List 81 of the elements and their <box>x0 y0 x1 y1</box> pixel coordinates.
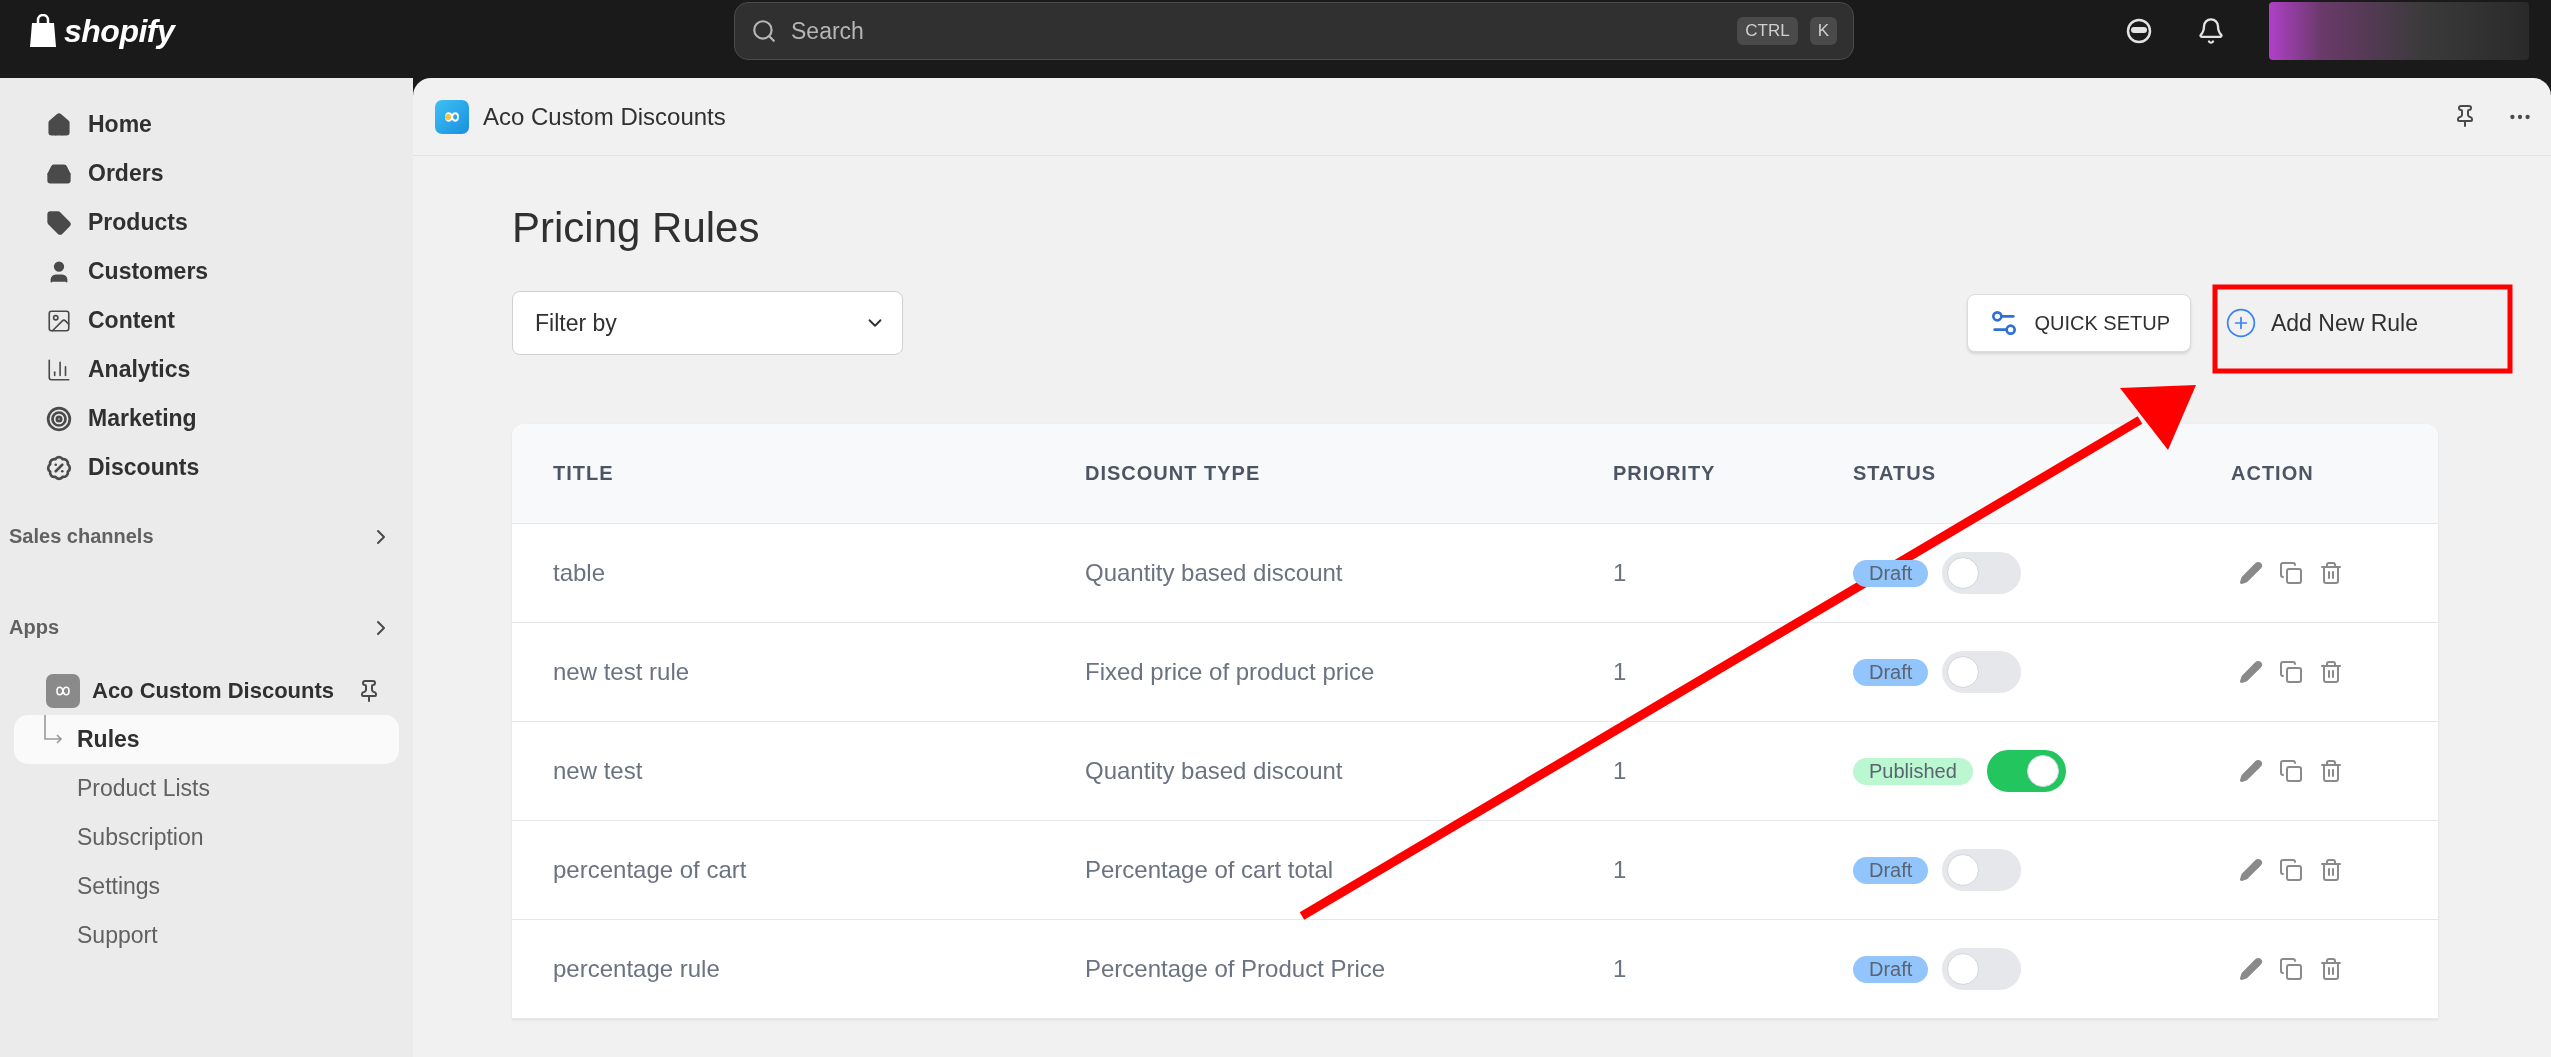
edit-pencil-icon[interactable] <box>2239 858 2263 882</box>
status-toggle[interactable] <box>1986 750 2066 792</box>
duplicate-icon[interactable] <box>2279 858 2303 882</box>
app-icon <box>46 673 80 708</box>
home-icon <box>46 111 72 138</box>
section-label: Apps <box>9 616 59 639</box>
target-icon <box>46 405 72 432</box>
sidebar-item[interactable]: Analytics <box>14 345 399 394</box>
edit-pencil-icon[interactable] <box>2239 660 2263 684</box>
app-title: Aco Custom Discounts <box>483 102 726 131</box>
shortcut-key: CTRL <box>1737 17 1798 45</box>
sidebar-item[interactable]: Marketing <box>14 394 399 443</box>
add-rule-button[interactable]: Add New Rule <box>2204 292 2438 354</box>
quick-setup-button[interactable]: QUICK SETUP <box>1967 294 2191 352</box>
discount-icon <box>46 454 72 481</box>
app-icon <box>435 99 469 134</box>
table-cell-text: 1 <box>1613 757 1628 785</box>
shopping-bag-logo-icon <box>28 14 58 48</box>
table-cell-text: Quantity based discount <box>1085 757 1344 785</box>
trash-icon[interactable] <box>2319 660 2343 684</box>
sidebar-item[interactable]: Discounts <box>14 443 399 492</box>
column-header: TITLE <box>553 462 615 485</box>
sidebar-app-item[interactable]: Aco Custom Discounts <box>14 666 399 715</box>
trash-icon[interactable] <box>2319 561 2343 585</box>
duplicate-icon[interactable] <box>2279 759 2303 783</box>
status-badge: Published <box>1853 757 1973 785</box>
sidebar-subitem[interactable]: Product Lists <box>14 764 399 813</box>
sidebar-item[interactable]: Products <box>14 198 399 247</box>
table-cell-text: 1 <box>1613 955 1628 983</box>
trash-icon[interactable] <box>2319 759 2343 783</box>
sidebar-item[interactable]: Customers <box>14 247 399 296</box>
filter-dropdown[interactable]: Filter by <box>512 291 903 355</box>
column-header: ACTION <box>2231 462 2315 485</box>
sidebar-subitem[interactable]: Settings <box>14 862 399 911</box>
sidebar-subitem[interactable]: Subscription <box>14 813 399 862</box>
table-cell-text: 1 <box>1613 658 1628 686</box>
sidebar-subitem[interactable]: Rules <box>14 715 399 764</box>
page-title: Pricing Rules <box>512 204 761 252</box>
shortcut-key: K <box>1809 17 1837 45</box>
status-badge: Draft <box>1853 658 1929 686</box>
plus-circle-icon <box>2224 307 2257 339</box>
trash-icon[interactable] <box>2319 957 2343 981</box>
image-icon <box>46 307 72 334</box>
column-header: DISCOUNT TYPE <box>1085 462 1262 485</box>
table-cell-text: new test <box>553 757 644 785</box>
search-icon <box>751 18 777 44</box>
store-avatar[interactable] <box>2269 2 2529 60</box>
table-cell-text: Percentage of Product Price <box>1085 955 1387 983</box>
edit-pencil-icon[interactable] <box>2239 759 2263 783</box>
table-cell-text: table <box>553 559 607 587</box>
table-cell-text: 1 <box>1613 856 1628 884</box>
duplicate-icon[interactable] <box>2279 660 2303 684</box>
status-badge: Draft <box>1853 856 1929 884</box>
edit-pencil-icon[interactable] <box>2239 561 2263 585</box>
table-cell-text: Percentage of cart total <box>1085 856 1335 884</box>
column-header: PRIORITY <box>1613 462 1717 485</box>
notifications-bell-icon[interactable] <box>2197 17 2225 45</box>
duplicate-icon[interactable] <box>2279 957 2303 981</box>
section-label: Sales channels <box>9 525 154 548</box>
table-cell-text: Fixed price of product price <box>1085 658 1376 686</box>
table-cell-text: new test rule <box>553 658 691 686</box>
table-cell-text: percentage of cart <box>553 856 748 884</box>
tag-icon <box>46 209 72 236</box>
edit-pencil-icon[interactable] <box>2239 957 2263 981</box>
logo-wordmark[interactable]: shopify <box>64 12 175 50</box>
duplicate-icon[interactable] <box>2279 561 2303 585</box>
sidebar-item[interactable]: Content <box>14 296 399 345</box>
status-badge: Draft <box>1853 559 1929 587</box>
search-bar[interactable]: Search CTRL K <box>734 2 1854 60</box>
sidebar-item[interactable]: Home <box>14 100 399 149</box>
sidebar-item[interactable]: Orders <box>14 149 399 198</box>
table-cell-text: 1 <box>1613 559 1628 587</box>
table-cell-text: percentage rule <box>553 955 721 983</box>
column-header: STATUS <box>1853 462 1938 485</box>
sidebar-section-header[interactable]: Sales channels <box>0 512 413 561</box>
search-field[interactable]: Search <box>789 16 1726 46</box>
table-cell-text: Quantity based discount <box>1085 559 1344 587</box>
sidebar-section-header[interactable]: Apps <box>0 603 413 652</box>
status-badge: Draft <box>1853 955 1929 983</box>
trash-icon[interactable] <box>2319 858 2343 882</box>
sidebar-subitem[interactable]: Support <box>14 911 399 960</box>
